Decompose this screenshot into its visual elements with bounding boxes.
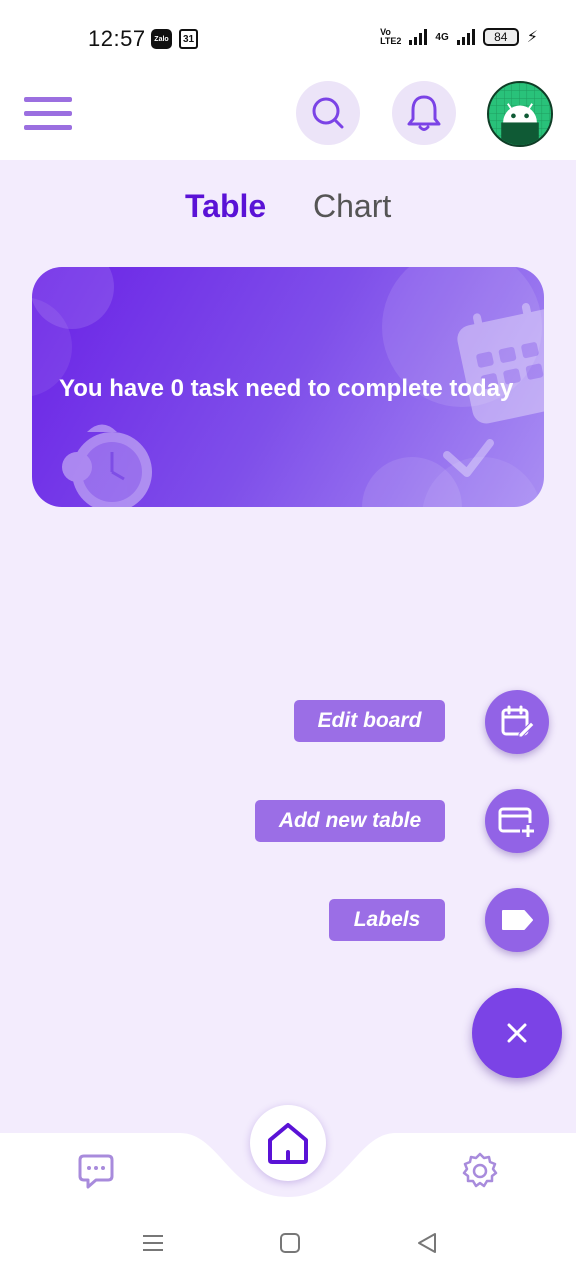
add-new-table-button[interactable] xyxy=(485,789,549,853)
edit-board-button[interactable] xyxy=(485,690,549,754)
app-header xyxy=(0,70,576,160)
chat-bubble-icon xyxy=(78,1154,114,1189)
card-add-icon xyxy=(498,807,536,839)
recent-apps-icon xyxy=(143,1235,163,1251)
system-navigation-bar xyxy=(0,1210,576,1280)
calendar-edit-icon xyxy=(501,705,535,738)
status-bar: 12:57 Zalo 31 Vo LTE2 4G 84 ⚡ xyxy=(0,0,576,70)
battery-icon: 84 xyxy=(482,28,519,46)
banner-message: You have 0 task need to complete today xyxy=(59,375,514,402)
hamburger-menu-icon[interactable] xyxy=(24,97,72,131)
avatar[interactable] xyxy=(487,81,553,147)
status-indicators: Vo LTE2 4G 84 ⚡ xyxy=(380,27,538,47)
close-icon xyxy=(507,1023,527,1043)
close-fab-button[interactable] xyxy=(472,988,562,1078)
home-nav-button[interactable] xyxy=(250,1105,326,1181)
labels-button[interactable] xyxy=(485,888,549,952)
gear-icon xyxy=(462,1152,498,1188)
back-button[interactable] xyxy=(416,1232,438,1259)
volte-indicator: Vo LTE2 xyxy=(380,27,402,46)
edit-board-label[interactable]: Edit board xyxy=(294,700,445,742)
task-summary-banner: You have 0 task need to complete today xyxy=(32,267,544,507)
home-system-button[interactable] xyxy=(279,1232,301,1259)
recent-apps-button[interactable] xyxy=(142,1232,164,1259)
back-triangle-icon xyxy=(418,1233,436,1253)
label-tag-icon xyxy=(502,910,533,930)
add-new-table-label[interactable]: Add new table xyxy=(255,800,445,842)
settings-nav-button[interactable] xyxy=(461,1152,499,1195)
home-icon xyxy=(268,1123,308,1164)
status-time: 12:57 xyxy=(88,26,146,51)
signal-icon-2 xyxy=(456,29,475,45)
network-type: 4G xyxy=(435,31,449,43)
android-avatar-icon xyxy=(489,83,551,145)
bell-icon xyxy=(407,95,441,131)
zalo-notification-icon: Zalo xyxy=(151,29,172,49)
signal-icon xyxy=(409,29,428,45)
notifications-button[interactable] xyxy=(392,81,456,145)
calendar-notification-icon: 31 xyxy=(179,29,198,49)
tab-table[interactable]: Table xyxy=(185,188,266,225)
square-home-icon xyxy=(280,1233,300,1253)
search-icon xyxy=(312,97,344,129)
labels-label[interactable]: Labels xyxy=(329,899,445,941)
search-button[interactable] xyxy=(296,81,360,145)
bottom-navigation xyxy=(0,1105,576,1210)
charging-icon: ⚡ xyxy=(526,29,538,46)
tab-chart[interactable]: Chart xyxy=(313,188,391,225)
chat-nav-button[interactable] xyxy=(78,1153,114,1194)
